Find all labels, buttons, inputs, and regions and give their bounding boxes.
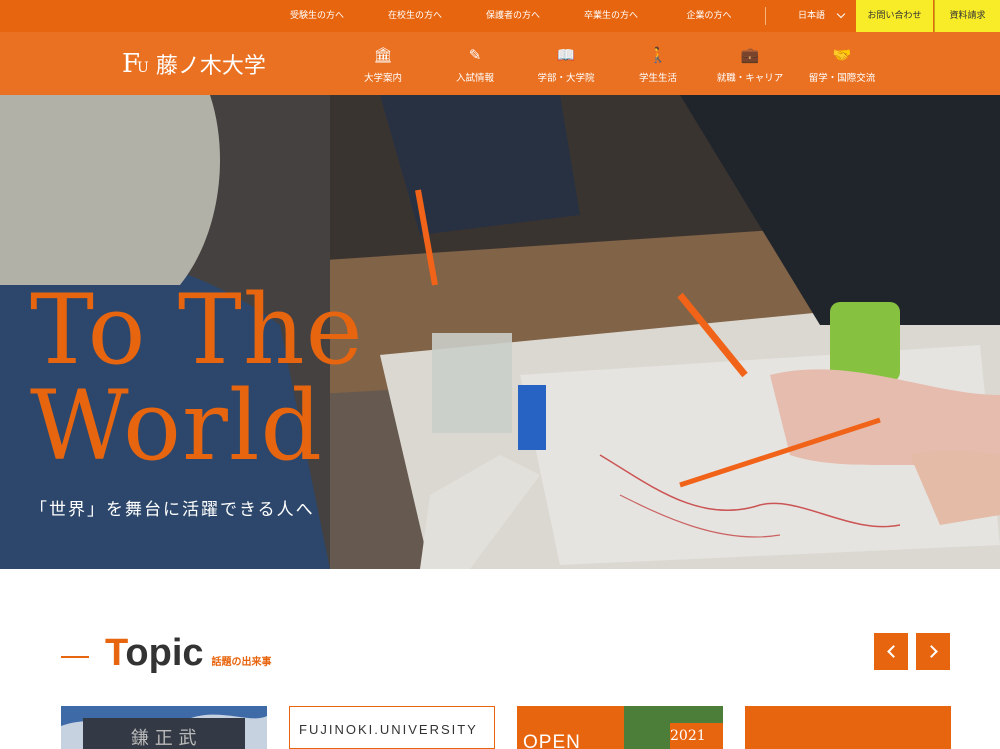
hero-headline-line1: To The: [30, 274, 364, 386]
audience-links: 受験生の方へ 在校生の方へ 保護者の方へ 卒業生の方へ 企業の方へ: [268, 0, 758, 32]
carousel-prev-button[interactable]: [874, 633, 908, 670]
pen-icon: ✎: [468, 46, 482, 64]
topic-card[interactable]: OPEN 2021: [517, 706, 723, 749]
topic-title: Topic: [105, 632, 204, 674]
link-companies[interactable]: 企業の方へ: [660, 0, 758, 32]
chevron-right-icon: [925, 645, 938, 658]
book-icon: 📖: [556, 46, 576, 64]
chevron-down-icon: [836, 9, 846, 19]
brochure-request-button[interactable]: 資料請求: [934, 0, 1000, 32]
contact-button[interactable]: お問い合わせ: [856, 0, 933, 32]
language-label: 日本語: [798, 11, 826, 21]
hero-tagline: 「世界」を舞台に活躍できる人へ: [30, 500, 315, 520]
nav-item-career[interactable]: 💼 就職・キャリア: [700, 44, 800, 84]
nav-item-faculties[interactable]: 📖 学部・大学院: [516, 44, 616, 84]
utility-bar: 受験生の方へ 在校生の方へ 保護者の方へ 卒業生の方へ 企業の方へ 日本語 お問…: [0, 0, 1000, 32]
university-name: 藤ノ木大学: [155, 54, 266, 79]
heading-dash: [61, 656, 89, 658]
svg-text:鎌 正 武: 鎌 正 武: [131, 728, 196, 749]
card-label: FUJINOKI.UNIVERSITY: [299, 722, 478, 737]
card-label: OPEN: [523, 732, 581, 749]
nav-label: 留学・国際交流: [808, 73, 876, 84]
nav-label: 就職・キャリア: [716, 73, 784, 84]
building-icon: 🏛: [373, 46, 393, 64]
card-year: 2021: [670, 728, 706, 744]
hero-headline: To The World: [30, 282, 364, 474]
nav-label: 大学案内: [363, 73, 402, 84]
link-alumni[interactable]: 卒業生の方へ: [562, 0, 660, 32]
topic-card[interactable]: 鎌 正 武: [61, 706, 267, 749]
nav-item-admissions[interactable]: ✎ 入試情報: [425, 44, 525, 84]
link-current-students[interactable]: 在校生の方へ: [366, 0, 464, 32]
nav-item-about[interactable]: 🏛 大学案内: [333, 44, 433, 84]
topic-heading: Topic 話題の出来事: [61, 632, 272, 674]
main-navigation: FU 藤ノ木大学 🏛 大学案内 ✎ 入試情報 📖 学部・大学院 🚶 学生生活 💼…: [0, 32, 1000, 95]
language-selector[interactable]: 日本語: [765, 7, 856, 25]
nav-item-student-life[interactable]: 🚶 学生生活: [608, 44, 708, 84]
nav-label: 学生生活: [638, 73, 677, 84]
briefcase-icon: 💼: [740, 46, 760, 64]
logo-mark: FU: [122, 49, 149, 79]
link-parents[interactable]: 保護者の方へ: [464, 0, 562, 32]
university-logo[interactable]: FU 藤ノ木大学: [122, 48, 266, 80]
topic-card[interactable]: FUJINOKI.UNIVERSITY: [289, 706, 495, 749]
carousel-next-button[interactable]: [916, 633, 950, 670]
nav-label: 入試情報: [455, 73, 494, 84]
card-image: 鎌 正 武: [61, 706, 267, 749]
nav-item-international[interactable]: 🤝 留学・国際交流: [792, 44, 892, 84]
handshake-icon: 🤝: [832, 46, 852, 64]
link-prospective-students[interactable]: 受験生の方へ: [268, 0, 366, 32]
topic-subtitle: 話題の出来事: [211, 657, 272, 668]
chevron-left-icon: [887, 645, 900, 658]
hero-headline-line2: World: [30, 370, 323, 482]
topic-card[interactable]: [745, 706, 951, 749]
walking-person-icon: 🚶: [648, 46, 668, 64]
nav-label: 学部・大学院: [537, 73, 595, 84]
